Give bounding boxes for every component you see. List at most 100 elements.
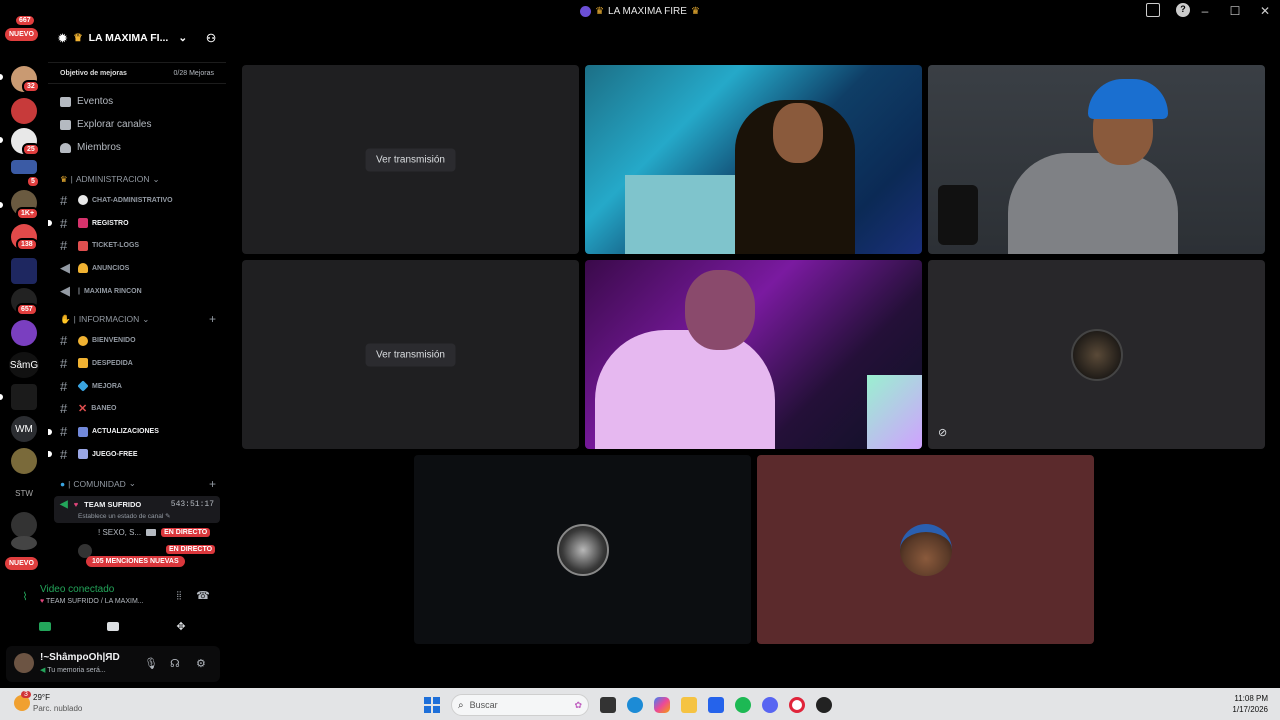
channel-despedida[interactable]: # DESPEDIDA [48, 352, 226, 375]
store-icon[interactable] [708, 697, 724, 713]
channel-chat-administrativo[interactable]: # CHAT-ADMINISTRATIVO [48, 189, 226, 212]
app-icon[interactable] [816, 697, 832, 713]
audio-tile-7[interactable] [414, 455, 751, 644]
activities-button[interactable]: ✥ [152, 616, 210, 636]
server-badge: 32 [22, 80, 40, 93]
noise-suppression-icon[interactable]: ⦙⦙ [172, 590, 186, 604]
text-channel-icon: # [60, 333, 68, 349]
category-informacion[interactable]: ✋ | INFORMACION ⌄ + [48, 309, 226, 329]
server-icon[interactable] [11, 258, 37, 284]
signal-icon[interactable]: ⌇ [18, 590, 32, 604]
video-tile-2[interactable] [585, 65, 922, 254]
gem-icon [77, 380, 89, 392]
pencil-icon[interactable]: ✎ [165, 513, 170, 520]
screen-share-button[interactable] [84, 616, 142, 636]
video-tile-5[interactable] [585, 260, 922, 449]
server-text-icon[interactable]: WM [11, 416, 37, 442]
channel-anuncios[interactable]: ◀ ANUNCIOS [48, 257, 226, 280]
avatar [899, 523, 952, 576]
channel-maxima-rincon[interactable]: ◀ | MAXIMA RINCON [48, 280, 226, 303]
spotify-icon[interactable] [735, 697, 751, 713]
audio-tile-6[interactable]: ⊘ [928, 260, 1265, 449]
help-icon[interactable]: ? [1176, 3, 1190, 17]
headphones-icon[interactable]: ☊ [170, 657, 180, 670]
microphone-icon[interactable]: 🎙︎ [144, 657, 158, 670]
channel-ticket-logs[interactable]: # TICKET-LOGS [48, 234, 226, 257]
category-comunidad[interactable]: ● | COMUNIDAD ⌄ + [48, 474, 226, 494]
calendar-icon [60, 96, 71, 107]
avatar[interactable] [14, 653, 34, 673]
disconnect-icon[interactable]: ☎ [196, 589, 210, 603]
taskbar-search[interactable]: ⌕ Buscar ✿ [451, 694, 589, 716]
server-text-icon[interactable]: STW [11, 480, 37, 506]
channel-bienvenido[interactable]: # BIENVENIDO [48, 329, 226, 352]
bell-icon [78, 263, 88, 274]
watch-stream-button[interactable]: Ver transmisión [365, 343, 456, 366]
server-rail: 667 NUEVO 32 25 5 1K+ 138 657 SâmG WM ST… [0, 16, 48, 582]
add-channel-icon[interactable]: + [209, 312, 216, 326]
channel-mejora[interactable]: # MEJORA [48, 375, 226, 398]
voice-location[interactable]: ♥ TEAM SUFRIDO / LA MAXIM... [40, 598, 144, 605]
channel-registro[interactable]: # REGISTRO [48, 212, 226, 235]
task-view-icon[interactable] [600, 697, 616, 713]
server-icon[interactable] [11, 536, 37, 550]
gear-icon[interactable]: ⚙ [196, 657, 206, 670]
discord-icon[interactable] [762, 697, 778, 713]
live-user-row[interactable]: ! SEXO, S... EN DIRECTO [98, 527, 211, 537]
taskbar-clock[interactable]: 11:08 PM 1/17/2026 [1232, 693, 1268, 715]
announcement-icon: ◀ [60, 260, 70, 276]
weather-widget[interactable]: 29°F Parc. nublado [33, 692, 82, 714]
new-badge-bottom[interactable]: NUEVO [5, 557, 38, 570]
nav-members-label: Miembros [77, 142, 121, 153]
channel-juego-free[interactable]: # JUEGO-FREE [48, 443, 226, 466]
new-mentions-badge[interactable]: 105 MENCIONES NUEVAS [86, 556, 185, 567]
channel-baneo[interactable]: # ✕ BANEO [48, 398, 226, 421]
audio-tile-8[interactable] [757, 455, 1094, 644]
copilot-icon[interactable] [654, 697, 670, 713]
nav-members[interactable]: Miembros [48, 136, 226, 159]
nav-browse-channels[interactable]: Explorar canales [48, 113, 226, 136]
server-icon[interactable] [11, 320, 37, 346]
unread-pip [0, 74, 3, 80]
minimize-button[interactable]: – [1190, 4, 1220, 18]
server-badge: 1K+ [16, 207, 40, 220]
server-icon[interactable] [11, 98, 37, 124]
inbox-icon[interactable] [1146, 3, 1160, 17]
boost-goal[interactable]: Objetivo de mejoras 0/28 Mejoras [48, 62, 226, 84]
new-badge-top[interactable]: NUEVO [5, 28, 38, 41]
start-icon[interactable] [424, 697, 440, 713]
people-icon [78, 449, 88, 460]
server-text-icon[interactable]: SâmG [9, 352, 39, 378]
voice-connection-panel: ⌇ Video conectado ♥ TEAM SUFRIDO / LA MA… [6, 578, 220, 642]
username[interactable]: !~ShâmpoOh|ЯD [40, 652, 120, 663]
add-channel-icon[interactable]: + [209, 477, 216, 491]
camera-icon [146, 528, 157, 536]
video-tile-3[interactable] [928, 65, 1265, 254]
invite-icon[interactable]: ⚇ [206, 32, 216, 45]
channel-actualizaciones[interactable]: # ACTUALIZACIONES [48, 420, 226, 443]
file-explorer-icon[interactable] [681, 697, 697, 713]
voice-channel-team-sufrido[interactable]: ◀ ♥ TEAM SUFRIDO 543:51:17 Establece un … [54, 495, 220, 523]
start-tile [433, 697, 440, 704]
server-settings-icon[interactable]: ✹ [58, 32, 67, 45]
watch-stream-button[interactable]: Ver transmisión [365, 148, 456, 171]
camera-button[interactable] [16, 616, 74, 636]
stream-tile-1[interactable]: Ver transmisión [242, 65, 579, 254]
nav-events[interactable]: Eventos [48, 90, 226, 113]
channel-status-prompt[interactable]: Establece un estado de canal [78, 513, 163, 520]
text-channel-icon: # [60, 378, 68, 394]
search-placeholder: Buscar [469, 700, 498, 710]
opera-icon[interactable] [789, 697, 805, 713]
maximize-button[interactable]: ☐ [1220, 4, 1250, 18]
server-header[interactable]: ✹ ♛ LA MAXIMA FI... ⌄ ⚇ [48, 22, 226, 54]
edge-icon[interactable] [627, 697, 643, 713]
screen-share-icon [107, 621, 119, 631]
server-icon[interactable] [11, 448, 37, 474]
stream-tile-4[interactable]: Ver transmisión [242, 260, 579, 449]
category-administracion[interactable]: ♛ | ADMINISTRACION ⌄ [48, 169, 226, 189]
channel-name: BANEO [91, 405, 117, 413]
server-icon[interactable] [11, 160, 37, 174]
server-icon[interactable] [11, 384, 37, 410]
close-button[interactable]: ✕ [1250, 4, 1280, 18]
server-icon[interactable] [11, 512, 37, 538]
